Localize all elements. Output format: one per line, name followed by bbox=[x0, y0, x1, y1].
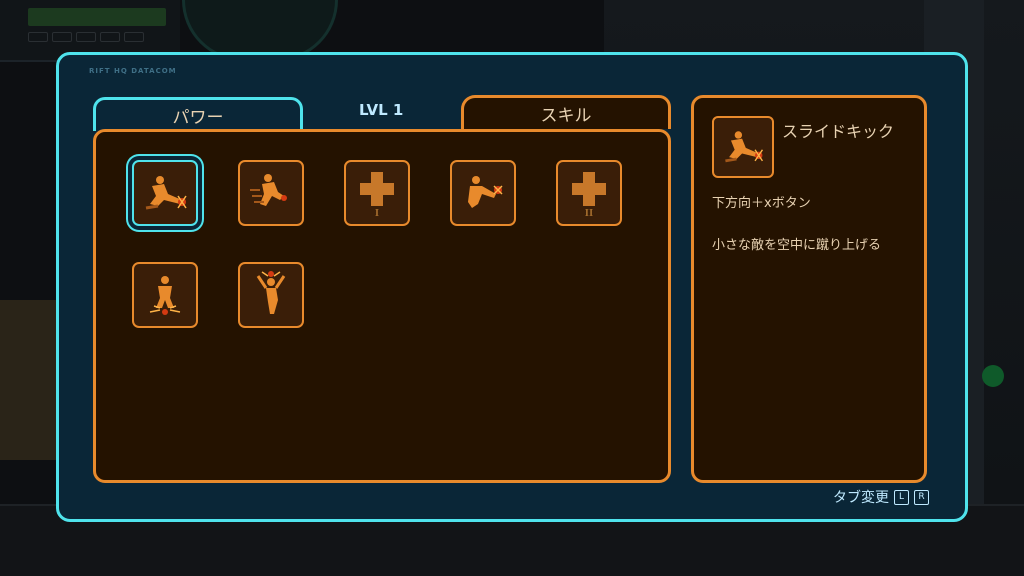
detail-slide-kick-icon bbox=[712, 116, 774, 178]
skill-slot[interactable] bbox=[238, 262, 304, 328]
skill-description: 小さな敵を空中に蹴り上げる bbox=[712, 238, 882, 253]
slide-kick-icon bbox=[145, 176, 187, 210]
datacom-frame: RIFT HQ DATACOM パワー LVL 1 スキル I II スライドキ… bbox=[56, 52, 968, 522]
tab-power[interactable]: パワー bbox=[93, 97, 303, 131]
tab-switch-label: タブ変更 bbox=[833, 490, 889, 506]
background-indicator-light bbox=[982, 365, 1004, 387]
skill-grid: I II bbox=[96, 132, 668, 480]
skill-slot[interactable] bbox=[450, 160, 516, 226]
level-label: LVL 1 bbox=[359, 101, 404, 119]
tab-power-label: パワー bbox=[172, 108, 224, 128]
skill-panel: I II bbox=[93, 129, 671, 483]
upgrade-tier-label: I bbox=[374, 209, 380, 219]
background-slots bbox=[28, 32, 144, 42]
ground-slam-icon bbox=[149, 276, 181, 315]
skill-detail-panel: スライドキック 下方向＋xボタン 小さな敵を空中に蹴り上げる bbox=[691, 95, 927, 483]
upgrade-tier-label: II bbox=[584, 209, 594, 219]
skill-slot[interactable] bbox=[132, 160, 198, 226]
skill-slot[interactable] bbox=[238, 160, 304, 226]
skill-slot[interactable]: II bbox=[556, 160, 622, 226]
uppercut-icon bbox=[256, 271, 286, 314]
skill-slot[interactable] bbox=[132, 262, 198, 328]
tab-skill[interactable]: スキル bbox=[461, 95, 671, 129]
tab-switch-hint: タブ変更 L R bbox=[833, 487, 929, 507]
skill-name: スライドキック bbox=[782, 122, 895, 141]
dash-attack-icon bbox=[250, 174, 287, 206]
background-health-bar bbox=[28, 8, 166, 26]
l-button-icon: L bbox=[894, 489, 909, 505]
skill-slot[interactable]: I bbox=[344, 160, 410, 226]
frame-header-label: RIFT HQ DATACOM bbox=[89, 67, 177, 75]
tab-skill-label: スキル bbox=[540, 106, 592, 126]
air-kick-icon bbox=[468, 176, 503, 208]
skill-input: 下方向＋xボタン bbox=[712, 196, 811, 211]
r-button-icon: R bbox=[914, 489, 929, 505]
